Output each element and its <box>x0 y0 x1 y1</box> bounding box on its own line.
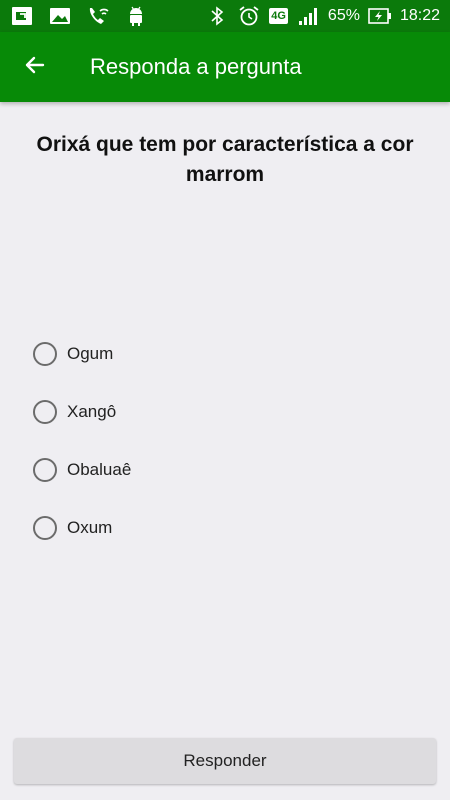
page-title: Responda a pergunta <box>90 54 302 79</box>
battery-charging-icon <box>368 5 392 27</box>
question-text: Orixá que tem por característica a cor m… <box>36 133 414 186</box>
radio-button[interactable] <box>33 458 57 482</box>
android-icon <box>124 5 148 27</box>
back-button[interactable] <box>12 44 58 90</box>
wifi-calling-icon <box>86 5 110 27</box>
signal-icon <box>296 5 320 27</box>
status-time: 18:22 <box>399 7 440 24</box>
option-label: Obaluaê <box>67 460 132 479</box>
bluetooth-icon <box>205 5 229 27</box>
app-bar: Responda a pergunta <box>0 32 450 102</box>
battery-percent: 65% <box>327 7 360 24</box>
status-bar-notifications <box>10 5 148 27</box>
image-icon <box>48 5 72 27</box>
network-4g-icon: 4G <box>269 8 288 24</box>
option-xango[interactable]: Xangô <box>33 392 393 432</box>
status-bar-system: 4G 65% 18:22 <box>205 5 440 27</box>
option-label: Ogum <box>67 344 114 363</box>
option-obaluae[interactable]: Obaluaê <box>33 450 393 490</box>
option-ogum[interactable]: Ogum <box>33 334 393 374</box>
answer-options: Ogum Xangô Obaluaê Oxum <box>33 334 393 566</box>
arrow-left-icon <box>23 53 47 82</box>
radio-button[interactable] <box>33 516 57 540</box>
radio-button[interactable] <box>33 400 57 424</box>
status-bar: 4G 65% 18:22 <box>0 0 450 32</box>
screen-mirror-icon <box>10 5 34 27</box>
radio-button[interactable] <box>33 342 57 366</box>
alarm-icon <box>237 5 261 27</box>
responder-button[interactable]: Responder <box>14 738 436 784</box>
option-label: Oxum <box>67 518 113 537</box>
option-oxum[interactable]: Oxum <box>33 508 393 548</box>
option-label: Xangô <box>67 402 117 421</box>
